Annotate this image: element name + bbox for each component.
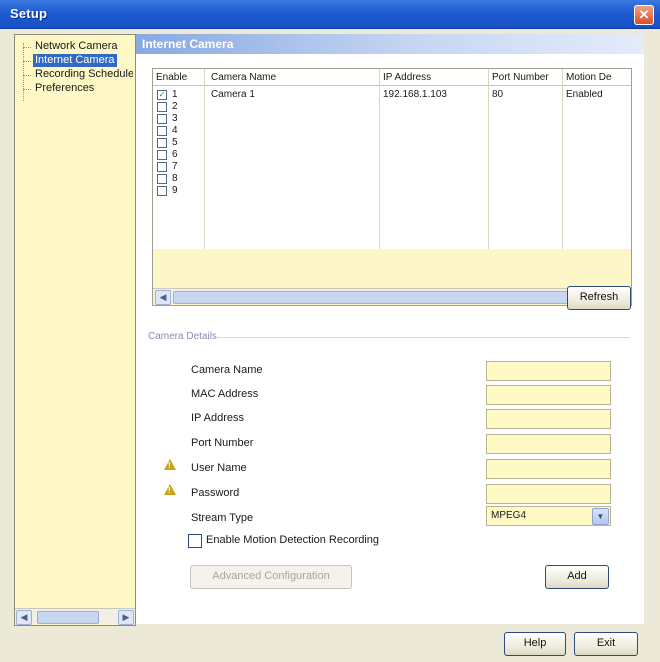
nav-item-internet-camera[interactable]: Internet Camera xyxy=(33,54,117,67)
column-header-motion-detection[interactable]: Motion De xyxy=(566,72,630,83)
row-number: 5 xyxy=(172,137,178,148)
window-title: Setup xyxy=(10,6,48,21)
nav-item-network-camera[interactable]: Network Camera xyxy=(33,40,133,53)
section-header: Internet Camera xyxy=(136,34,644,54)
group-divider xyxy=(214,337,630,338)
scroll-left-icon[interactable]: ◀ xyxy=(155,290,171,305)
help-button[interactable]: Help xyxy=(504,632,566,656)
close-icon: ✕ xyxy=(638,7,650,22)
refresh-button[interactable]: Refresh xyxy=(567,286,631,310)
header-divider xyxy=(153,85,631,86)
tree-branch xyxy=(23,75,31,76)
scroll-right-icon[interactable]: ▶ xyxy=(118,610,134,625)
ip-address-cell: 192.168.1.103 xyxy=(383,90,447,100)
port-number-field[interactable] xyxy=(486,434,611,454)
nav-horizontal-scrollbar[interactable]: ◀ ▶ xyxy=(15,608,135,625)
table-row[interactable]: 5 xyxy=(153,138,631,149)
content-pane: Internet Camera Enable Camera Name IP Ad… xyxy=(136,34,644,624)
table-row[interactable]: 6 xyxy=(153,150,631,161)
motion-recording-checkbox[interactable] xyxy=(188,534,202,548)
port-number-label: Port Number xyxy=(191,437,254,449)
section-title: Internet Camera xyxy=(142,37,234,51)
camera-name-cell: Camera 1 xyxy=(211,90,255,100)
close-button[interactable]: ✕ xyxy=(634,5,654,25)
scroll-thumb[interactable] xyxy=(37,611,99,624)
stream-type-select[interactable]: MPEG4 ▼ xyxy=(486,506,611,526)
row-number: 3 xyxy=(172,113,178,124)
enable-checkbox[interactable] xyxy=(157,162,167,172)
column-header-ip-address[interactable]: IP Address xyxy=(383,72,431,83)
enable-checkbox[interactable] xyxy=(157,138,167,148)
table-horizontal-scrollbar[interactable]: ◀ ▶ xyxy=(153,288,631,305)
camera-name-label: Camera Name xyxy=(191,364,263,376)
navigation-pane: Network Camera Internet Camera Recording… xyxy=(14,34,136,626)
table-row[interactable]: 3 xyxy=(153,114,631,125)
enable-checkbox[interactable] xyxy=(157,150,167,160)
motion-recording-label[interactable]: Enable Motion Detection Recording xyxy=(206,534,379,546)
camera-name-field[interactable] xyxy=(486,361,611,381)
warning-icon: ! xyxy=(164,484,176,495)
table-row[interactable]: 9 xyxy=(153,186,631,197)
nav-item-preferences[interactable]: Preferences xyxy=(33,82,133,95)
row-number: 2 xyxy=(172,101,178,112)
chevron-down-icon[interactable]: ▼ xyxy=(592,508,609,525)
table-row[interactable]: 8 xyxy=(153,174,631,185)
ip-address-label: IP Address xyxy=(191,412,244,424)
advanced-configuration-button[interactable]: Advanced Configuration xyxy=(190,565,352,589)
mac-address-field[interactable] xyxy=(486,385,611,405)
camera-table: Enable Camera Name IP Address Port Numbe… xyxy=(152,68,632,306)
ip-address-field[interactable] xyxy=(486,409,611,429)
title-bar: Setup ✕ xyxy=(0,0,660,29)
table-row[interactable]: 2 xyxy=(153,102,631,113)
scroll-thumb[interactable] xyxy=(173,291,595,304)
mac-address-label: MAC Address xyxy=(191,388,259,400)
column-header-port-number[interactable]: Port Number xyxy=(492,72,549,83)
camera-table-body: Enable Camera Name IP Address Port Numbe… xyxy=(153,69,631,249)
add-button[interactable]: Add xyxy=(545,565,609,589)
stream-type-value: MPEG4 xyxy=(491,510,527,521)
table-row[interactable]: 7 xyxy=(153,162,631,173)
enable-checkbox[interactable] xyxy=(157,114,167,124)
tree-branch xyxy=(23,89,31,90)
row-number: 4 xyxy=(172,125,178,136)
table-row[interactable]: 4 xyxy=(153,126,631,137)
enable-checkbox[interactable] xyxy=(157,126,167,136)
setup-window: Setup ✕ Network Camera Internet Camera R… xyxy=(0,0,660,662)
password-field[interactable] xyxy=(486,484,611,504)
row-number: 1 xyxy=(172,89,178,100)
nav-item-recording-schedule[interactable]: Recording Schedule xyxy=(33,68,133,81)
enable-checkbox[interactable] xyxy=(157,174,167,184)
motion-detection-cell: Enabled xyxy=(566,90,603,100)
enable-checkbox[interactable] xyxy=(157,102,167,112)
table-row[interactable]: ✓ 1 Camera 1 192.168.1.103 80 Enabled xyxy=(153,90,631,101)
row-number: 9 xyxy=(172,185,178,196)
user-name-field[interactable] xyxy=(486,459,611,479)
tree-line xyxy=(23,43,24,101)
row-number: 8 xyxy=(172,173,178,184)
tree-branch xyxy=(23,47,31,48)
column-header-camera-name[interactable]: Camera Name xyxy=(211,72,276,83)
exit-button[interactable]: Exit xyxy=(574,632,638,656)
enable-checkbox[interactable] xyxy=(157,186,167,196)
row-number: 7 xyxy=(172,161,178,172)
enable-checkbox[interactable]: ✓ xyxy=(157,90,167,100)
user-name-label: User Name xyxy=(191,462,247,474)
column-header-enable[interactable]: Enable xyxy=(156,72,187,83)
tree-branch xyxy=(23,61,31,62)
camera-details-group-label: Camera Details xyxy=(148,331,221,342)
warning-icon: ! xyxy=(164,459,176,470)
scroll-left-icon[interactable]: ◀ xyxy=(16,610,32,625)
password-label: Password xyxy=(191,487,240,499)
stream-type-label: Stream Type xyxy=(191,512,254,524)
port-number-cell: 80 xyxy=(492,90,504,100)
row-number: 6 xyxy=(172,149,178,160)
